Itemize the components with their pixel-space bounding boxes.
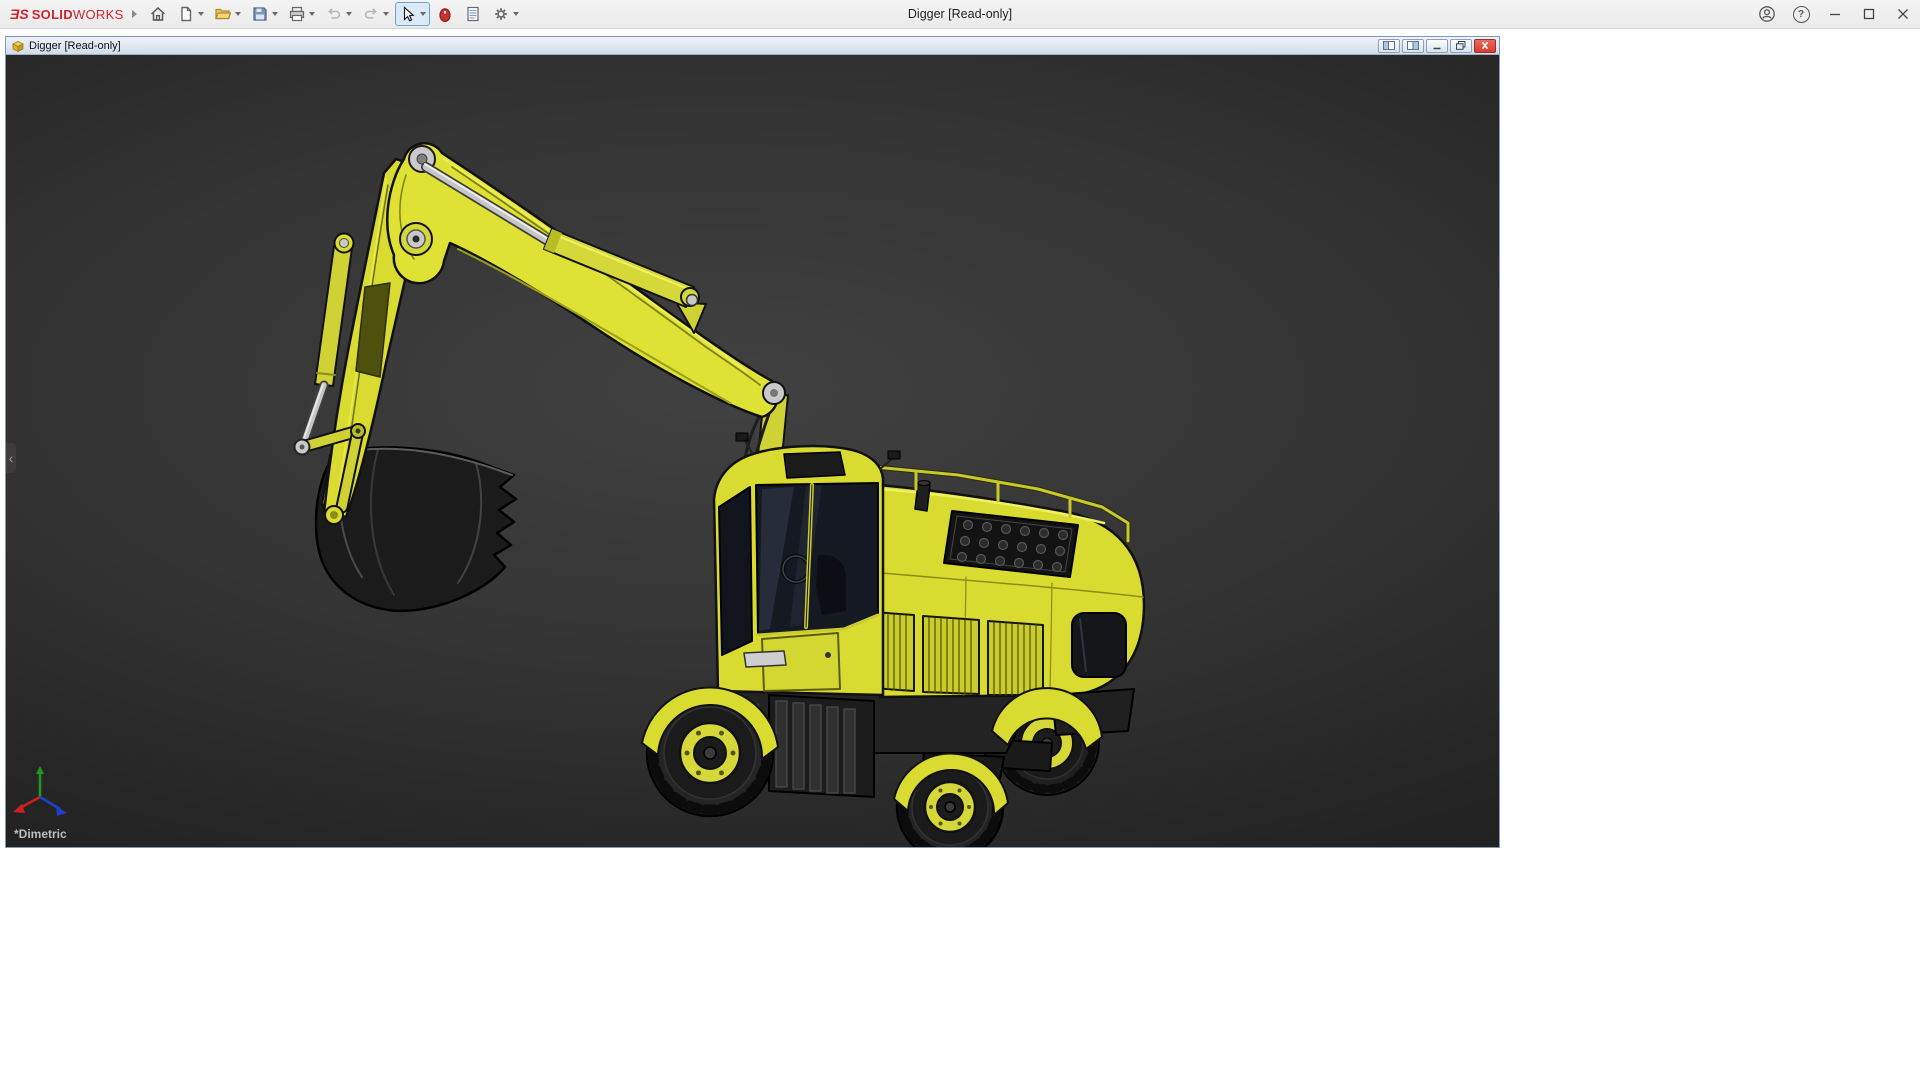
orientation-triad[interactable] — [8, 761, 78, 831]
doc-split-right-button[interactable] — [1402, 39, 1424, 53]
redo-button[interactable] — [358, 2, 393, 26]
dropdown-caret[interactable] — [346, 12, 352, 16]
document-window: Digger [Read-only] — [5, 36, 1500, 848]
triad-z-arrow — [56, 806, 67, 816]
engine-deck — [858, 467, 1144, 735]
dropdown-caret[interactable] — [513, 12, 519, 16]
doc-restore-button[interactable] — [1450, 39, 1472, 53]
dropdown-caret[interactable] — [235, 12, 241, 16]
account-button[interactable] — [1750, 0, 1784, 28]
app-title-bar: ƎS SOLIDWORKS — [0, 0, 1920, 29]
dropdown-caret[interactable] — [198, 12, 204, 16]
save-icon — [251, 5, 269, 23]
minimize-button[interactable] — [1818, 0, 1852, 28]
home-button[interactable] — [145, 2, 171, 26]
file-properties-icon — [464, 5, 482, 23]
close-button[interactable] — [1886, 0, 1920, 28]
app-title: Digger [Read-only] — [908, 0, 1012, 28]
brand-name-light: WORKS — [73, 7, 124, 22]
triad-y-arrow — [36, 766, 44, 774]
doc-close-icon — [1478, 40, 1492, 51]
select-button[interactable] — [395, 2, 430, 26]
brand-name-bold: SOLID — [32, 7, 73, 22]
document-window-controls — [1378, 39, 1496, 53]
help-button[interactable]: ? — [1784, 0, 1818, 28]
undo-icon — [325, 5, 343, 23]
select-cursor-icon — [399, 5, 417, 23]
open-folder-icon — [214, 5, 232, 23]
panel-collapse-chevron-icon[interactable] — [6, 443, 16, 473]
dropdown-caret[interactable] — [420, 12, 426, 16]
maximize-button[interactable] — [1852, 0, 1886, 28]
file-properties-button[interactable] — [460, 2, 486, 26]
mouse-gestures-button[interactable] — [432, 2, 458, 26]
window-controls: ? — [1750, 0, 1920, 28]
menu-expand-arrow-icon[interactable] — [132, 10, 137, 18]
new-document-icon — [177, 5, 195, 23]
graphics-viewport[interactable]: *Dimetric — [6, 55, 1499, 847]
dropdown-caret[interactable] — [383, 12, 389, 16]
document-titlebar[interactable]: Digger [Read-only] — [6, 37, 1499, 55]
options-button[interactable] — [488, 2, 523, 26]
home-icon — [149, 5, 167, 23]
digger-3d-model[interactable] — [6, 55, 1499, 847]
mouse-gestures-icon — [436, 5, 454, 23]
doc-split-left-button[interactable] — [1378, 39, 1400, 53]
quick-access-toolbar — [145, 2, 523, 26]
part-document-icon — [11, 39, 25, 53]
close-icon — [1894, 5, 1912, 23]
cab — [714, 433, 900, 695]
dropdown-caret[interactable] — [272, 12, 278, 16]
triad-x-axis — [20, 797, 40, 808]
user-avatar-icon — [1758, 5, 1776, 23]
split-pane-right-icon — [1406, 40, 1420, 51]
print-button[interactable] — [284, 2, 319, 26]
save-button[interactable] — [247, 2, 282, 26]
options-gear-icon — [492, 5, 510, 23]
doc-restore-icon — [1454, 40, 1468, 51]
document-title: Digger [Read-only] — [29, 40, 121, 52]
minimize-icon — [1826, 5, 1844, 23]
view-orientation-label: *Dimetric — [14, 827, 67, 841]
doc-minimize-icon — [1430, 40, 1444, 51]
open-button[interactable] — [210, 2, 245, 26]
maximize-icon — [1860, 5, 1878, 23]
undo-button[interactable] — [321, 2, 356, 26]
doc-minimize-button[interactable] — [1426, 39, 1448, 53]
split-pane-left-icon — [1382, 40, 1396, 51]
doc-close-button[interactable] — [1474, 39, 1496, 53]
dropdown-caret[interactable] — [309, 12, 315, 16]
help-icon: ? — [1793, 6, 1810, 23]
dassault-logo-mark: ƎS — [10, 6, 29, 22]
print-icon — [288, 5, 306, 23]
redo-icon — [362, 5, 380, 23]
new-document-button[interactable] — [173, 2, 208, 26]
side-louver-panels — [858, 611, 1043, 695]
solidworks-logo: ƎS SOLIDWORKS — [10, 6, 124, 22]
